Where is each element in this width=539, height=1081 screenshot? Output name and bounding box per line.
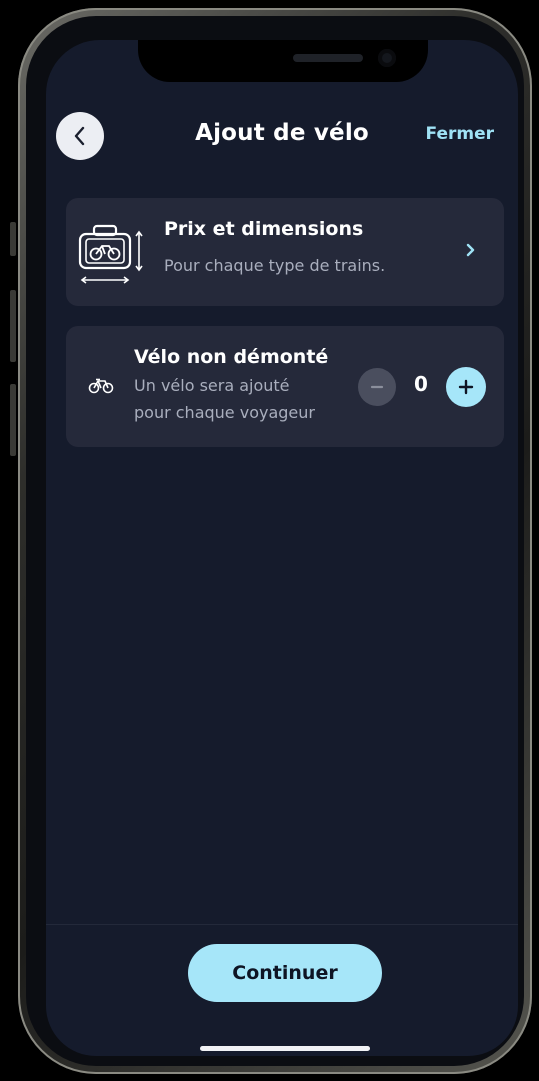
minus-icon [370,385,384,389]
price-dimensions-card[interactable]: Prix et dimensions Pour chaque type de t… [66,198,504,306]
bike-icon [88,378,114,394]
bike-card-subtitle-line2: pour chaque voyageur [134,403,315,422]
bike-card-title: Vélo non démonté [134,346,329,368]
bike-card-subtitle-line1: Un vélo sera ajouté [134,376,290,395]
device-stage: Ajout de vélo Fermer Prix et dimensions … [0,0,539,1081]
chevron-right-icon [466,243,475,257]
increase-button[interactable] [446,367,486,407]
side-button-volume-up [10,290,16,362]
decrease-button[interactable] [358,368,396,406]
home-indicator[interactable] [200,1046,370,1051]
bike-dimensions-icon [78,224,143,284]
app-screen: Ajout de vélo Fermer Prix et dimensions … [46,40,518,1056]
continue-button[interactable]: Continuer [188,944,382,1002]
price-dimensions-subtitle: Pour chaque type de trains. [164,256,386,275]
bike-quantity-card: Vélo non démonté Un vélo sera ajouté pou… [66,326,504,447]
side-button-volume-down [10,384,16,456]
speaker-grille [293,54,363,62]
notch [138,40,428,82]
side-button-mute [10,222,16,256]
price-dimensions-title: Prix et dimensions [164,218,364,240]
footer-divider [46,924,518,925]
close-link[interactable]: Fermer [426,124,494,144]
front-camera [378,49,396,67]
plus-icon [458,379,474,395]
quantity-value: 0 [414,372,428,396]
